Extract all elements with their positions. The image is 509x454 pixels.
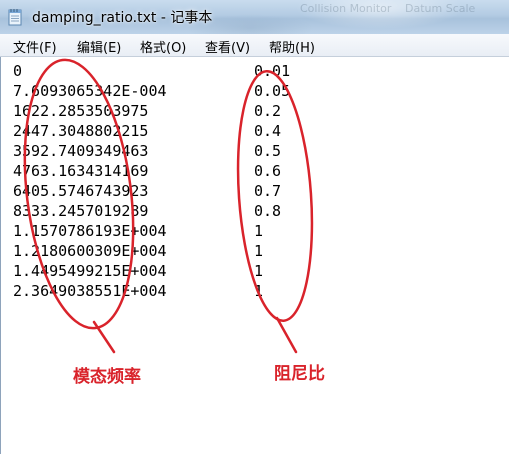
damping-value: 1 bbox=[254, 282, 264, 300]
damping-value: 0.05 bbox=[254, 82, 291, 100]
menu-help[interactable]: 帮助(H) bbox=[269, 37, 315, 56]
frequency-value: 3592.7409349463 bbox=[13, 142, 149, 160]
background-ghost-text: Collision Monitor bbox=[300, 2, 392, 15]
frequency-value: 1.4495499215E+004 bbox=[13, 262, 167, 280]
damping-value: 1 bbox=[254, 262, 264, 280]
damping-value: 0.2 bbox=[254, 102, 282, 120]
frequency-value: 4763.1634314169 bbox=[13, 162, 149, 180]
menu-format[interactable]: 格式(O) bbox=[140, 37, 186, 56]
frequency-value: 1.2180600309E+004 bbox=[13, 242, 167, 260]
damping-value: 0.7 bbox=[254, 182, 282, 200]
menu-edit[interactable]: 编辑(E) bbox=[77, 37, 121, 56]
frequency-value: 1622.2853503975 bbox=[13, 102, 149, 120]
window-title: damping_ratio.txt - 记事本 bbox=[32, 10, 213, 26]
notepad-icon[interactable] bbox=[8, 8, 23, 26]
frequency-annotation-label: 模态频率 bbox=[73, 367, 141, 387]
damping-value: 0.01 bbox=[254, 62, 291, 80]
menu-view[interactable]: 查看(V) bbox=[205, 37, 250, 56]
notepad-window: Collision Monitor Datum Scale damping_ra… bbox=[0, 0, 509, 454]
menu-bar: 文件(F) 编辑(E) 格式(O) 查看(V) 帮助(H) bbox=[0, 34, 509, 57]
frequency-value: 2.3649038551E+004 bbox=[13, 282, 167, 300]
damping-annotation-label: 阻尼比 bbox=[274, 364, 325, 384]
frequency-value: 2447.3048802215 bbox=[13, 122, 149, 140]
damping-value: 1 bbox=[254, 222, 264, 240]
background-ghost-text: Datum Scale bbox=[405, 2, 476, 15]
damping-value: 0.8 bbox=[254, 202, 282, 220]
title-bar[interactable]: Collision Monitor Datum Scale damping_ra… bbox=[0, 0, 509, 34]
frequency-value: 0 bbox=[13, 62, 23, 80]
damping-value: 0.5 bbox=[254, 142, 282, 160]
menu-file[interactable]: 文件(F) bbox=[13, 37, 57, 56]
damping-value: 1 bbox=[254, 242, 264, 260]
frequency-value: 6405.5746743923 bbox=[13, 182, 149, 200]
damping-value: 0.4 bbox=[254, 122, 282, 140]
frequency-value: 7.6093065342E-004 bbox=[13, 82, 167, 100]
text-editor[interactable]: 0 0.01 7.6093065342E-004 0.05 1622.28535… bbox=[0, 57, 509, 454]
damping-value: 0.6 bbox=[254, 162, 282, 180]
frequency-value: 8333.2457019289 bbox=[13, 202, 149, 220]
frequency-value: 1.1570786193E+004 bbox=[13, 222, 167, 240]
